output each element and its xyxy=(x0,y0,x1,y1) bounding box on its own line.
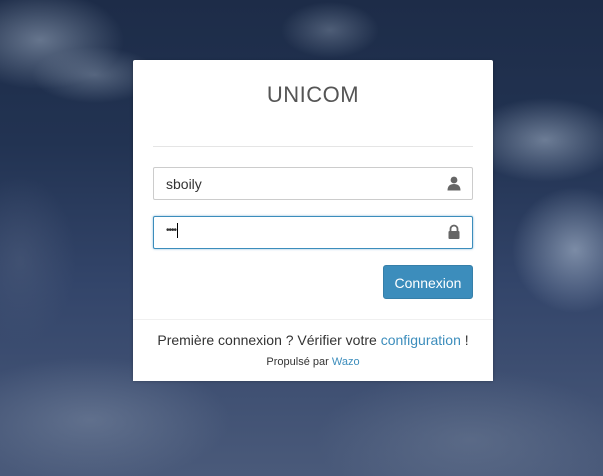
lock-icon xyxy=(446,224,462,240)
username-value: sboily xyxy=(166,176,202,192)
text-caret xyxy=(177,223,179,238)
first-login-suffix: ! xyxy=(460,332,469,348)
user-icon xyxy=(446,175,462,191)
title-divider xyxy=(153,146,473,147)
login-card: UNICOM sboily •••• Connexion Première co… xyxy=(133,60,493,381)
password-field[interactable]: •••• xyxy=(153,216,473,249)
first-login-text: Première connexion ? Vérifier votre xyxy=(157,332,381,348)
login-button[interactable]: Connexion xyxy=(383,265,473,299)
first-login-message: Première connexion ? Vérifier votre conf… xyxy=(133,332,493,348)
password-value: •••• xyxy=(166,223,179,239)
username-field[interactable]: sboily xyxy=(153,167,473,200)
card-footer: Première connexion ? Vérifier votre conf… xyxy=(133,319,493,381)
powered-by-text: Propulsé par xyxy=(266,356,332,368)
configuration-link[interactable]: configuration xyxy=(381,332,461,348)
powered-by: Propulsé par Wazo xyxy=(133,356,493,368)
wazo-link[interactable]: Wazo xyxy=(332,356,360,368)
app-title: UNICOM xyxy=(266,82,360,107)
